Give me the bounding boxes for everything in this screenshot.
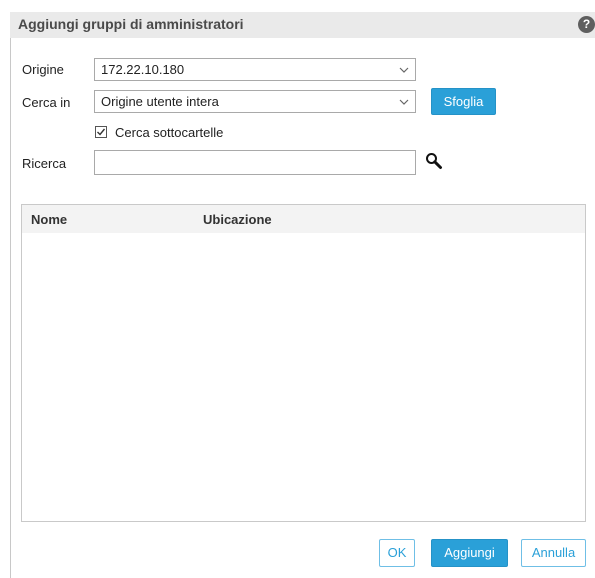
chevron-down-icon (399, 99, 409, 105)
origine-label: Origine (22, 62, 64, 77)
search-icon[interactable] (425, 152, 443, 170)
ricerca-input[interactable] (94, 150, 416, 175)
column-header-nome[interactable]: Nome (31, 212, 67, 227)
dialog-left-border (10, 38, 11, 578)
add-admin-groups-dialog: Aggiungi gruppi di amministratori ? Orig… (0, 0, 595, 578)
cerca-in-label: Cerca in (22, 95, 71, 110)
sfoglia-button[interactable]: Sfoglia (431, 88, 496, 115)
table-header: Nome Ubicazione (22, 205, 585, 233)
origine-select[interactable]: 172.22.10.180 (94, 58, 416, 81)
cerca-in-value: Origine utente intera (101, 94, 219, 109)
column-header-ubicazione[interactable]: Ubicazione (203, 212, 272, 227)
subfolders-checkbox[interactable] (95, 126, 107, 138)
origine-value: 172.22.10.180 (101, 62, 185, 77)
subfolders-label[interactable]: Cerca sottocartelle (115, 125, 223, 140)
aggiungi-button[interactable]: Aggiungi (431, 539, 508, 567)
ok-button[interactable]: OK (379, 539, 415, 567)
dialog-title-bar: Aggiungi gruppi di amministratori ? (10, 12, 595, 38)
help-icon[interactable]: ? (578, 16, 595, 33)
ricerca-label: Ricerca (22, 156, 67, 171)
results-table: Nome Ubicazione (21, 204, 586, 522)
checkmark-icon (97, 128, 106, 136)
chevron-down-icon (399, 67, 409, 73)
dialog-title: Aggiungi gruppi di amministratori (18, 16, 244, 32)
annulla-button[interactable]: Annulla (521, 539, 586, 567)
cerca-in-select[interactable]: Origine utente intera (94, 90, 416, 113)
